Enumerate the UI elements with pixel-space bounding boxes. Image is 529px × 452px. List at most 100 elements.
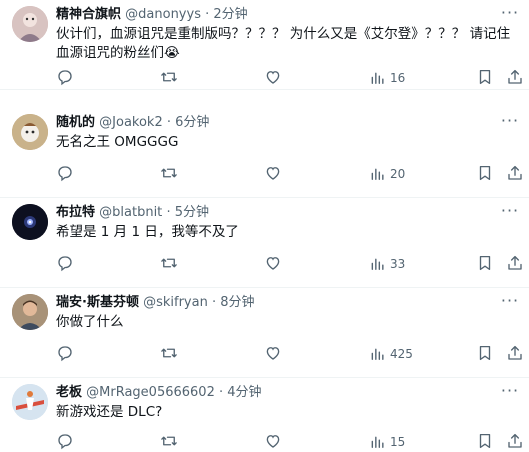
avatar[interactable] <box>12 294 48 330</box>
timestamp[interactable]: 8分钟 <box>220 295 254 310</box>
action-bar: 20 <box>56 164 529 184</box>
bookmark-button[interactable] <box>476 432 494 452</box>
repost-button[interactable] <box>160 68 178 88</box>
tweet[interactable]: 精神合旗帜 @danonyys · 2分钟 ··· 伙计们，血源诅咒是重制版吗？… <box>0 0 529 90</box>
bookmark-icon <box>479 345 491 361</box>
user-handle[interactable]: @Joakok2 <box>99 115 163 130</box>
timestamp[interactable]: 4分钟 <box>227 385 261 400</box>
avatar-image <box>12 114 48 150</box>
like-icon <box>266 257 280 270</box>
tweet-text: 无名之王 OMGGGG <box>56 134 179 150</box>
display-name[interactable]: 布拉特 <box>56 205 95 220</box>
separator-dot: · <box>219 385 224 400</box>
reply-icon <box>58 434 72 450</box>
more-icon[interactable]: ··· <box>499 202 521 220</box>
repost-icon <box>161 436 177 446</box>
repost-button[interactable] <box>160 432 178 452</box>
like-button[interactable] <box>264 254 282 274</box>
display-name[interactable]: 老板 <box>56 385 82 400</box>
share-button[interactable] <box>506 164 524 184</box>
avatar[interactable] <box>12 204 48 240</box>
user-handle[interactable]: @skifryan <box>143 295 208 310</box>
reply-button[interactable] <box>56 432 74 452</box>
more-icon[interactable]: ··· <box>499 112 521 130</box>
timestamp[interactable]: 6分钟 <box>175 115 209 130</box>
bookmark-icon <box>479 165 491 181</box>
views-icon <box>371 258 384 270</box>
tweet[interactable]: 随机的 @Joakok2 · 6分钟 ··· 无名之王 OMGGGG 20 <box>0 108 529 198</box>
view-count: 15 <box>390 435 406 449</box>
avatar[interactable] <box>12 114 48 150</box>
like-icon <box>266 435 280 448</box>
views-button[interactable]: 16 <box>370 68 405 88</box>
share-button[interactable] <box>506 254 524 274</box>
display-name[interactable]: 瑞安·斯基芬顿 <box>56 295 139 310</box>
views-button[interactable]: 33 <box>370 254 405 274</box>
tweet-header: 随机的 @Joakok2 · 6分钟 <box>56 114 489 132</box>
share-icon <box>508 433 522 448</box>
more-icon[interactable]: ··· <box>499 4 521 22</box>
tweet-header: 瑞安·斯基芬顿 @skifryan · 8分钟 <box>56 294 489 312</box>
tweet[interactable]: 瑞安·斯基芬顿 @skifryan · 8分钟 ··· 你做了什么 425 <box>0 288 529 378</box>
repost-button[interactable] <box>160 254 178 274</box>
tweet[interactable]: 老板 @MrRage05666602 · 4分钟 ··· 新游戏还是 DLC? … <box>0 378 529 452</box>
views-button[interactable]: 425 <box>370 344 413 364</box>
avatar-image <box>12 6 48 42</box>
repost-icon <box>161 168 177 178</box>
like-button[interactable] <box>264 344 282 364</box>
views-button[interactable]: 15 <box>370 432 405 452</box>
reply-icon <box>58 166 72 182</box>
bookmark-button[interactable] <box>476 254 494 274</box>
avatar-image <box>12 204 48 240</box>
bookmark-icon <box>479 433 491 449</box>
bookmark-icon <box>479 255 491 271</box>
more-icon[interactable]: ··· <box>499 292 521 310</box>
like-button[interactable] <box>264 432 282 452</box>
tweet-text: 你做了什么 <box>56 314 124 330</box>
share-button[interactable] <box>506 68 524 88</box>
reply-icon <box>58 70 72 86</box>
like-button[interactable] <box>264 164 282 184</box>
tweet[interactable]: 布拉特 @blatbnit · 5分钟 ··· 希望是 1 月 1 日，我等不及… <box>0 198 529 288</box>
action-bar: 16 <box>56 68 529 88</box>
repost-icon <box>161 348 177 358</box>
reply-button[interactable] <box>56 254 74 274</box>
views-icon <box>371 168 384 180</box>
share-icon <box>508 69 522 84</box>
timestamp[interactable]: 5分钟 <box>175 205 209 220</box>
user-handle[interactable]: @danonyys <box>125 7 201 22</box>
repost-icon <box>161 72 177 82</box>
repost-button[interactable] <box>160 164 178 184</box>
view-count: 33 <box>390 257 406 271</box>
separator-dot: · <box>205 7 210 22</box>
tweet-header: 精神合旗帜 @danonyys · 2分钟 <box>56 6 489 24</box>
reply-button[interactable] <box>56 164 74 184</box>
display-name[interactable]: 精神合旗帜 <box>56 7 121 22</box>
tweet-text: 新游戏还是 DLC? <box>56 404 163 420</box>
bookmark-button[interactable] <box>476 344 494 364</box>
display-name[interactable]: 随机的 <box>56 115 95 130</box>
timestamp[interactable]: 2分钟 <box>213 7 247 22</box>
views-icon <box>371 348 384 360</box>
like-button[interactable] <box>264 68 282 88</box>
like-icon <box>266 167 280 180</box>
user-handle[interactable]: @blatbnit <box>99 205 162 220</box>
avatar[interactable] <box>12 384 48 420</box>
bookmark-button[interactable] <box>476 164 494 184</box>
reply-button[interactable] <box>56 344 74 364</box>
reply-icon <box>58 256 72 272</box>
share-button[interactable] <box>506 432 524 452</box>
user-handle[interactable]: @MrRage05666602 <box>86 385 215 400</box>
reply-feed: 精神合旗帜 @danonyys · 2分钟 ··· 伙计们，血源诅咒是重制版吗？… <box>0 0 529 452</box>
avatar[interactable] <box>12 6 48 42</box>
repost-button[interactable] <box>160 344 178 364</box>
view-count: 16 <box>390 71 406 85</box>
share-button[interactable] <box>506 344 524 364</box>
bookmark-button[interactable] <box>476 68 494 88</box>
more-icon[interactable]: ··· <box>499 382 521 400</box>
views-icon <box>371 72 384 84</box>
bookmark-icon <box>479 69 491 85</box>
views-button[interactable]: 20 <box>370 164 405 184</box>
action-bar: 15 <box>56 432 529 452</box>
reply-button[interactable] <box>56 68 74 88</box>
